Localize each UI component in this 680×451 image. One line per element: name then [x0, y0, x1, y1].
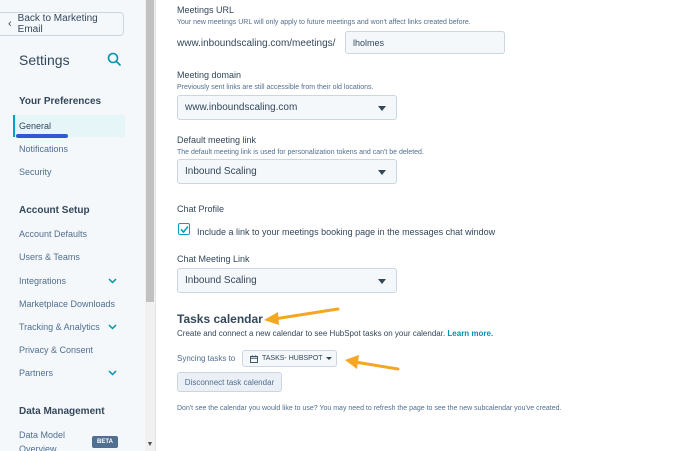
sidebar-item-partners[interactable]: Partners	[13, 362, 125, 384]
sidebar-divider	[155, 0, 156, 451]
sidebar-item-integrations[interactable]: Integrations	[13, 270, 125, 292]
meeting-domain-help: Previously sent links are still accessib…	[177, 84, 374, 91]
sidebar-item-tracking-analytics[interactable]: Tracking & Analytics	[13, 316, 125, 338]
annotation-arrow-icon	[264, 307, 340, 325]
meeting-domain-value: www.inboundscaling.com	[185, 102, 298, 113]
section-account-setup: Account Setup	[19, 205, 90, 216]
chevron-left-icon: ‹	[8, 18, 12, 30]
tasks-calendar-title: Tasks calendar	[177, 312, 263, 326]
learn-more-link[interactable]: Learn more.	[447, 329, 493, 338]
chat-meeting-link-label: Chat Meeting Link	[177, 254, 250, 264]
scrollbar-thumb[interactable]	[146, 0, 154, 302]
tracking-analytics-label: Tracking & Analytics	[19, 322, 100, 332]
meetings-url-label: Meetings URL	[177, 5, 235, 15]
caret-down-icon	[378, 170, 386, 175]
meetings-url-input[interactable]: lholmes	[345, 31, 505, 54]
default-meeting-link-value: Inbound Scaling	[185, 166, 257, 177]
sidebar-item-security[interactable]: Security	[13, 161, 125, 183]
default-meeting-link-select[interactable]: Inbound Scaling	[177, 159, 397, 184]
back-to-marketing-email-button[interactable]: ‹ Back to Marketing Email	[0, 12, 124, 36]
section-data-management: Data Management	[19, 406, 105, 417]
checkmark-icon	[179, 225, 189, 233]
tasks-calendar-description: Create and connect a new calendar to see…	[177, 329, 493, 338]
chevron-down-icon	[108, 324, 117, 330]
beta-badge: BETA	[92, 436, 118, 448]
meetings-url-help: Your new meetings URL will only apply to…	[177, 19, 471, 26]
sidebar-item-privacy-consent[interactable]: Privacy & Consent	[13, 339, 125, 361]
default-meeting-link-label: Default meeting link	[177, 135, 257, 145]
scroll-down-arrow-icon[interactable]: ▼	[146, 441, 154, 449]
chevron-down-icon	[108, 278, 117, 284]
chat-link-checkbox[interactable]	[178, 223, 190, 235]
caret-down-icon	[378, 279, 386, 284]
sidebar-item-account-defaults[interactable]: Account Defaults	[13, 223, 125, 245]
caret-down-icon	[378, 106, 386, 111]
default-meeting-link-help: The default meeting link is used for per…	[177, 149, 424, 156]
sidebar-item-users-teams[interactable]: Users & Teams	[13, 246, 125, 268]
caret-down-icon	[325, 357, 332, 360]
sidebar-scrollbar[interactable]: ▼	[145, 0, 155, 451]
disconnect-task-calendar-button[interactable]: Disconnect task calendar	[177, 372, 282, 392]
partners-label: Partners	[19, 368, 54, 378]
meeting-domain-label: Meeting domain	[177, 70, 242, 80]
tasks-calendar-value: TASKS- HUBSPOT	[262, 355, 323, 362]
sidebar-item-notifications[interactable]: Notifications	[13, 138, 125, 160]
chevron-down-icon	[108, 370, 117, 376]
chat-meeting-link-value: Inbound Scaling	[185, 275, 257, 286]
tasks-desc-text: Create and connect a new calendar to see…	[177, 329, 446, 338]
settings-sidebar: ‹ Back to Marketing Email Settings Your …	[0, 0, 145, 451]
chat-meeting-link-select[interactable]: Inbound Scaling	[177, 268, 397, 293]
integrations-label: Integrations	[19, 276, 67, 286]
chat-profile-label: Chat Profile	[177, 204, 225, 214]
sidebar-item-marketplace-downloads[interactable]: Marketplace Downloads	[13, 293, 125, 315]
settings-title: Settings	[19, 52, 70, 68]
annotation-arrow-icon	[345, 355, 400, 371]
calendar-icon	[250, 354, 258, 363]
back-button-label: Back to Marketing Email	[17, 13, 98, 35]
search-icon[interactable]	[107, 52, 121, 66]
tasks-calendar-select[interactable]: TASKS- HUBSPOT	[242, 350, 337, 367]
meeting-domain-select[interactable]: www.inboundscaling.com	[177, 95, 397, 120]
meetings-url-prefix: www.inboundscaling.com/meetings/	[177, 38, 336, 49]
section-your-preferences: Your Preferences	[19, 96, 102, 107]
chat-link-checkbox-label: Include a link to your meetings booking …	[197, 227, 496, 237]
tasks-footnote: Don't see the calendar you would like to…	[177, 405, 562, 412]
syncing-tasks-label: Syncing tasks to	[177, 354, 236, 363]
